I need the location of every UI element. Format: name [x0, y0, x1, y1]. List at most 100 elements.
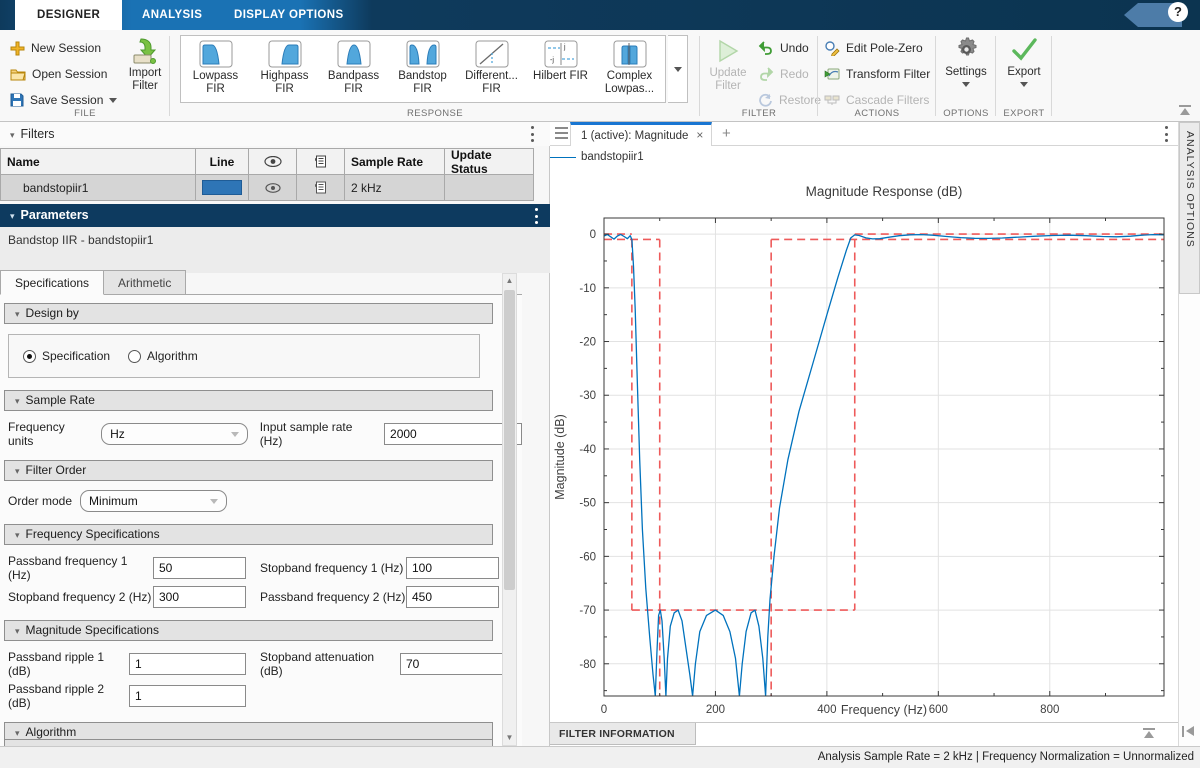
radio-specification[interactable]: Specification [23, 349, 110, 363]
hilbert-fir-icon: j -j [544, 40, 578, 68]
passband-frequency-2-field[interactable] [406, 586, 499, 608]
col-line[interactable]: Line [196, 149, 249, 174]
transform-filter-button[interactable]: Transform Filter [824, 63, 930, 85]
filter-row-bandstopiir1[interactable]: bandstopiir1 2 kHz [1, 175, 534, 201]
tab-display-options[interactable]: DISPLAY OPTIONS [212, 0, 366, 30]
order-mode-combo[interactable]: Minimum [80, 490, 227, 512]
legend-label[interactable]: bandstopiir1 [581, 151, 644, 163]
stopband-attenuation-field[interactable] [400, 653, 517, 675]
parameters-scrollbar[interactable]: ▲ ▼ [502, 273, 517, 746]
response-gallery-expand-button[interactable] [668, 35, 688, 103]
export-dropdown-arrow[interactable] [1020, 82, 1028, 87]
legend-line-sample [550, 157, 576, 158]
analysis-options-tab[interactable]: ANALYSIS OPTIONS [1179, 122, 1200, 294]
new-session-button[interactable]: New Session [10, 37, 117, 59]
magnitude-document-tab[interactable]: 1 (active): Magnitude× [570, 122, 712, 146]
filters-menu-icon[interactable] [530, 126, 534, 142]
export-button[interactable]: Export [1001, 36, 1047, 87]
undo-button[interactable]: Undo [758, 37, 821, 59]
filter-visibility-cell[interactable] [249, 175, 297, 200]
col-visibility[interactable] [249, 149, 297, 174]
radio-dot[interactable] [23, 350, 36, 363]
design-by-header[interactable]: ▾Design by [4, 303, 493, 324]
svg-text:-30: -30 [579, 390, 596, 402]
frequency-units-combo[interactable]: Hz [101, 423, 248, 445]
svg-text:-j: -j [550, 57, 554, 64]
collapse-ribbon-icon[interactable] [1178, 105, 1194, 117]
import-filter-button[interactable]: Import Filter [122, 38, 168, 93]
filters-section-header[interactable]: ▾Filters [0, 122, 550, 146]
filter-update-status-cell[interactable] [445, 175, 534, 200]
col-update-status[interactable]: Update Status [445, 149, 534, 174]
filter-order-header[interactable]: ▾Filter Order [4, 460, 493, 481]
filters-collapse-icon[interactable]: ▾ [10, 130, 15, 140]
svg-text:0: 0 [590, 229, 596, 241]
collapse-filter-info-icon[interactable] [1142, 728, 1156, 739]
help-icon[interactable]: ? [1168, 2, 1188, 22]
hilbert-fir-button[interactable]: j-j Hilbert FIR [526, 36, 595, 102]
bandpass-fir-button[interactable]: Bandpass FIR [319, 36, 388, 102]
lowpass-fir-button[interactable]: Lowpass FIR [181, 36, 250, 102]
radio-algorithm[interactable]: Algorithm [128, 349, 198, 363]
line-color-swatch[interactable] [202, 180, 242, 195]
ribbon-group-options: Settings OPTIONS [936, 30, 996, 121]
tab-arithmetic[interactable]: Arithmetic [103, 270, 186, 295]
update-filter-button[interactable]: Update Filter [702, 38, 754, 93]
bandpass-fir-icon [337, 40, 371, 68]
svg-text:0: 0 [601, 704, 607, 716]
open-session-button[interactable]: Open Session [10, 63, 117, 85]
ribbon-group-file: New Session Open Session Save Session [0, 30, 170, 121]
stopband-frequency-1-field[interactable] [406, 557, 499, 579]
tab-designer[interactable]: DESIGNER [15, 0, 122, 30]
tab-analysis[interactable]: ANALYSIS [120, 0, 224, 30]
filter-name-cell[interactable]: bandstopiir1 [1, 175, 196, 200]
frequency-units-label: Frequency units [8, 420, 93, 448]
radio-dot[interactable] [128, 350, 141, 363]
panel-drag-handle-icon[interactable] [555, 127, 568, 139]
edit-pole-zero-button[interactable]: Edit Pole-Zero [824, 37, 930, 59]
restore-icon [758, 93, 773, 107]
close-tab-icon[interactable]: × [696, 128, 703, 142]
col-sample-rate[interactable]: Sample Rate [345, 149, 445, 174]
left-panel: ▾Filters Name Line Sample Rate Update St… [0, 122, 550, 746]
stopband-frequency-2-field[interactable] [153, 586, 246, 608]
parameters-title: Parameters [21, 208, 89, 222]
filter-info-cell[interactable] [297, 175, 345, 200]
parameters-section-header[interactable]: ▾ Parameters [0, 204, 550, 227]
redo-icon [758, 67, 774, 81]
bandstop-fir-icon [406, 40, 440, 68]
complex-lowpass-button[interactable]: Complex Lowpas... [595, 36, 664, 102]
svg-text:j: j [563, 44, 566, 51]
filter-sample-rate-cell[interactable]: 2 kHz [345, 175, 445, 200]
bandstop-fir-button[interactable]: Bandstop FIR [388, 36, 457, 102]
passband-frequency-1-field[interactable] [153, 557, 246, 579]
filter-information-tab[interactable]: FILTER INFORMATION [550, 723, 696, 745]
frequency-specifications-header[interactable]: ▾Frequency Specifications [4, 524, 493, 545]
settings-gear-icon [953, 36, 980, 63]
differentiator-fir-button[interactable]: Different... FIR [457, 36, 526, 102]
magnitude-response-chart[interactable]: Magnitude Response (dB)Frequency (Hz)Mag… [550, 166, 1178, 722]
document-menu-icon[interactable] [1164, 126, 1168, 142]
filter-line-cell[interactable] [196, 175, 249, 200]
settings-button[interactable]: Settings [941, 36, 991, 87]
scrollbar-thumb[interactable] [504, 290, 515, 590]
scroll-down-icon[interactable]: ▼ [503, 731, 516, 745]
parameters-menu-icon[interactable] [534, 208, 538, 224]
col-name[interactable]: Name [1, 149, 196, 174]
scroll-up-icon[interactable]: ▲ [503, 274, 516, 288]
tab-specifications[interactable]: Specifications [0, 270, 104, 295]
restore-panel-icon[interactable] [1182, 726, 1196, 738]
passband-ripple-2-field[interactable] [129, 685, 246, 707]
parameters-collapse-icon[interactable]: ▾ [10, 211, 15, 221]
save-floppy-icon [10, 93, 24, 107]
settings-dropdown-arrow[interactable] [962, 82, 970, 87]
magnitude-specifications-header[interactable]: ▾Magnitude Specifications [4, 620, 493, 641]
sample-rate-header[interactable]: ▾Sample Rate [4, 390, 493, 411]
highpass-fir-button[interactable]: Highpass FIR [250, 36, 319, 102]
new-tab-icon[interactable]: + [722, 125, 731, 142]
col-info[interactable] [297, 149, 345, 174]
save-session-dropdown-arrow[interactable] [109, 98, 117, 103]
redo-button[interactable]: Redo [758, 63, 821, 85]
passband-ripple-1-field[interactable] [129, 653, 246, 675]
svg-text:Magnitude (dB): Magnitude (dB) [553, 414, 567, 499]
